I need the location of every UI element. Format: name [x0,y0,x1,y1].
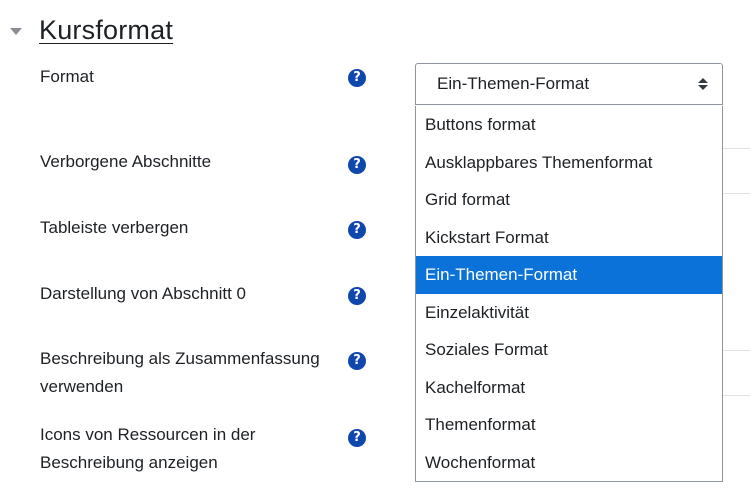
format-label: Format [40,67,94,86]
format-select[interactable]: Ein-Themen-Format [415,63,723,105]
hide-tabbar-label: Tableiste verbergen [40,218,189,237]
dropdown-option[interactable]: Kachelformat [416,369,722,407]
hidden-field-edge [722,350,750,396]
help-question-icon[interactable]: ? [348,156,366,174]
help-question-icon[interactable]: ? [348,69,366,87]
dropdown-option-selected[interactable]: Ein-Themen-Format [416,256,722,294]
course-format-settings: Kursformat Format Verborgene Abschnitte … [0,0,750,492]
collapse-triangle-icon[interactable] [10,27,22,35]
dropdown-option[interactable]: Themenformat [416,406,722,444]
dropdown-option[interactable]: Ausklappbares Themenformat [416,144,722,182]
dropdown-option[interactable]: Kickstart Format [416,219,722,257]
help-question-icon[interactable]: ? [348,429,366,447]
format-dropdown-list: Buttons format Ausklappbares Themenforma… [415,106,723,482]
format-select-value: Ein-Themen-Format [437,74,590,93]
dropdown-option[interactable]: Soziales Format [416,331,722,369]
dropdown-option[interactable]: Grid format [416,181,722,219]
section-title[interactable]: Kursformat [39,15,173,46]
dropdown-option[interactable]: Wochenformat [416,444,722,482]
hidden-field-edge [722,148,750,194]
section0-display-label: Darstellung von Abschnitt 0 [40,284,247,303]
resource-icons-label: Icons von Ressourcen in der Beschreibung… [40,425,256,472]
summary-description-label: Beschreibung als Zusammenfassung verwend… [40,349,320,396]
section-header[interactable]: Kursformat [10,10,173,50]
hidden-sections-label: Verborgene Abschnitte [40,152,212,171]
dropdown-option[interactable]: Buttons format [416,106,722,144]
select-updown-icon [698,78,708,90]
help-question-icon[interactable]: ? [348,221,366,239]
dropdown-option[interactable]: Einzelaktivität [416,294,722,332]
help-question-icon[interactable]: ? [348,352,366,370]
help-question-icon[interactable]: ? [348,287,366,305]
